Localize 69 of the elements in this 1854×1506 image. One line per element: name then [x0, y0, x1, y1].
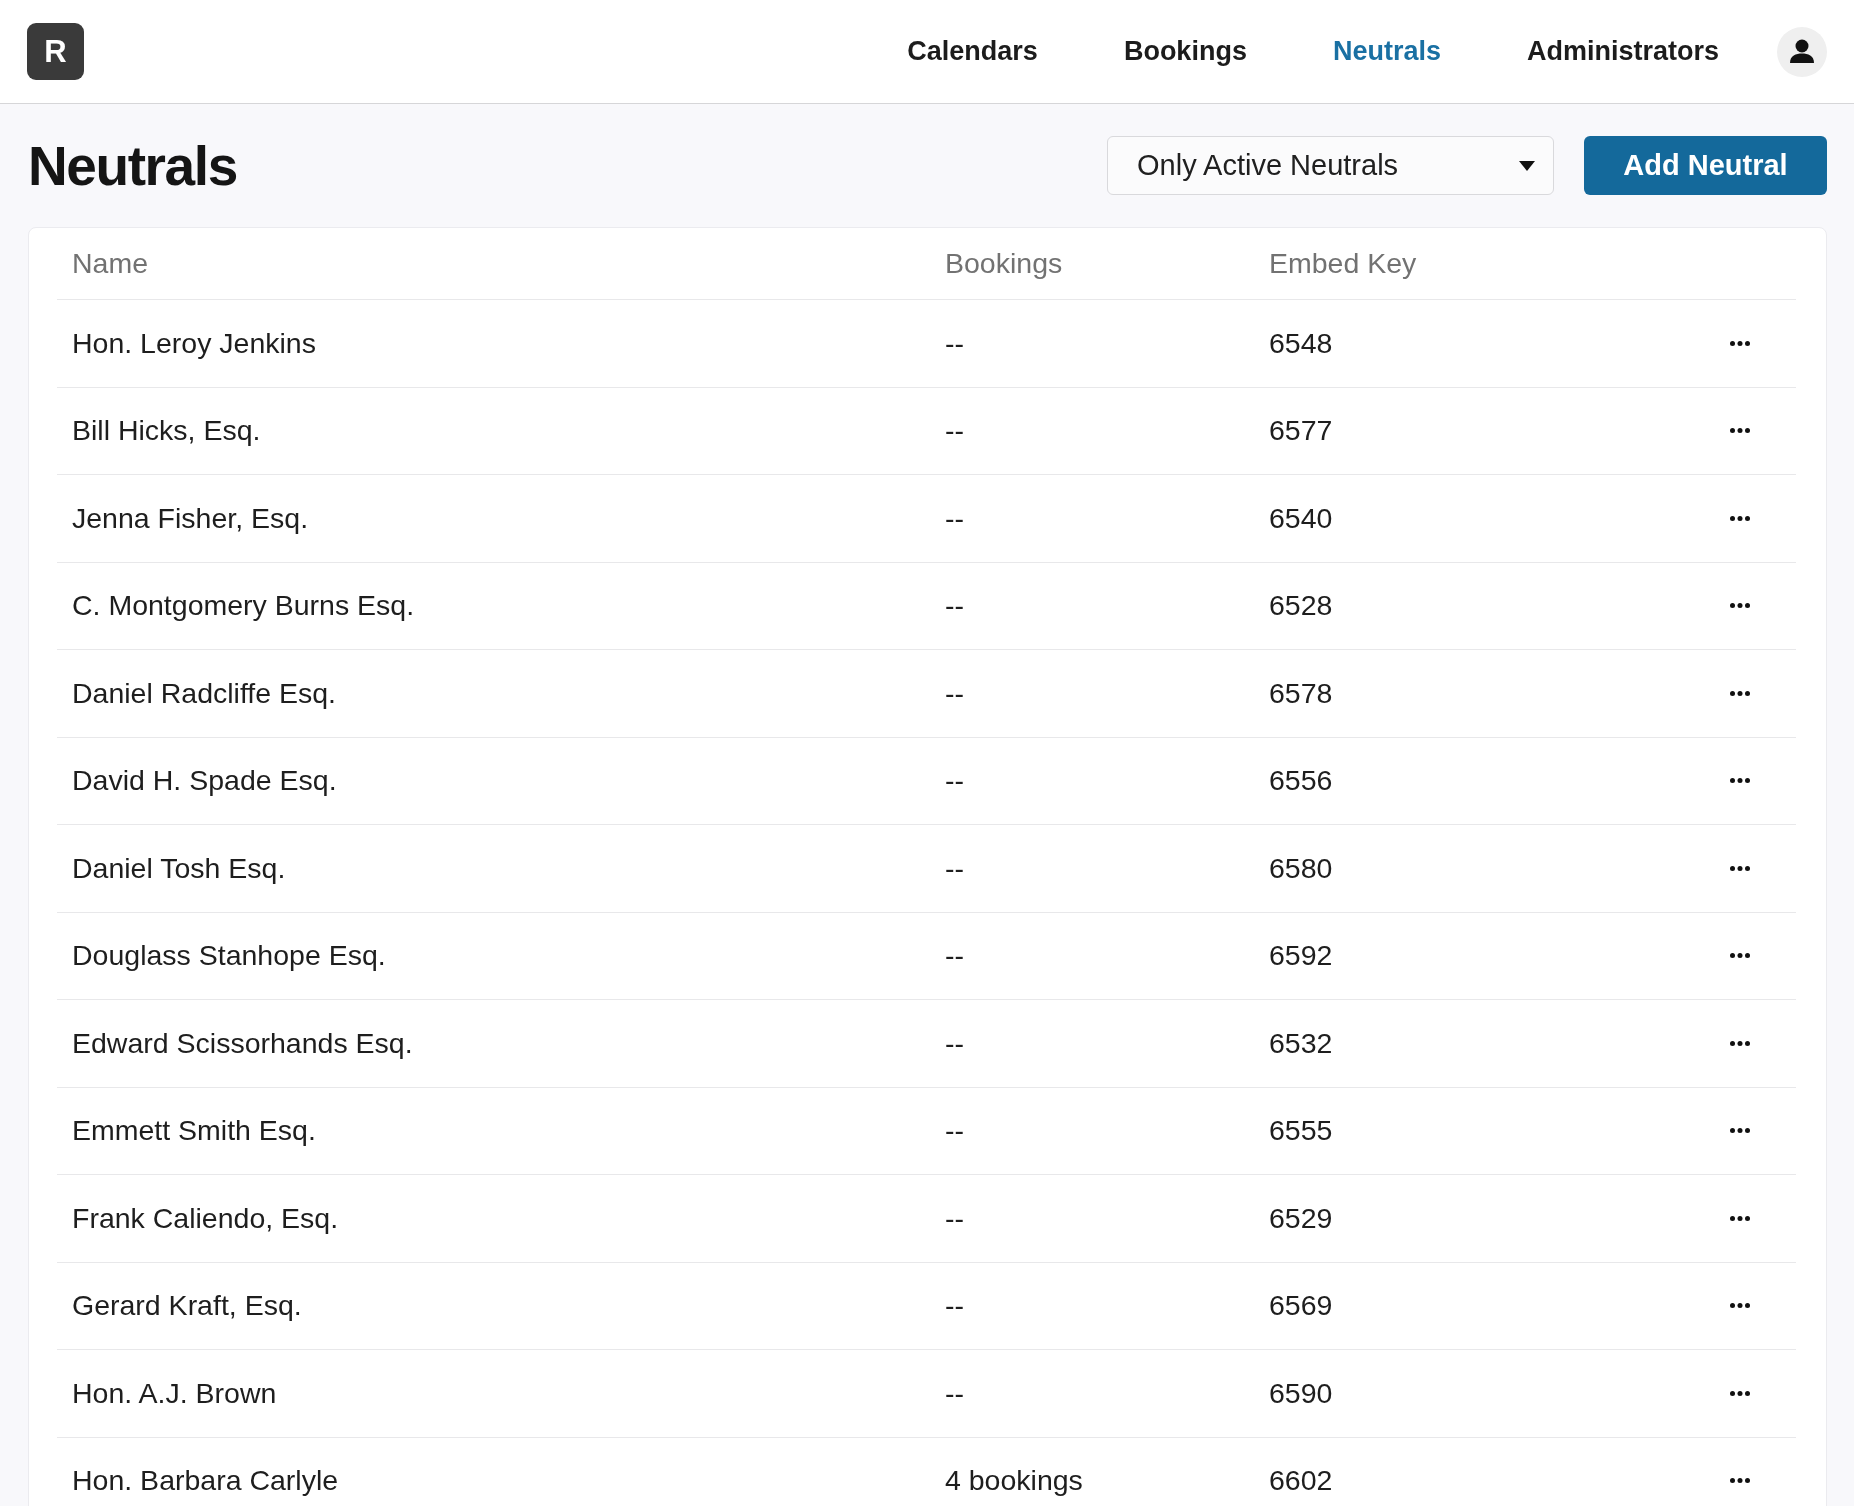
more-options-icon[interactable] [1730, 1303, 1750, 1309]
bookings-cell-text: -- [945, 1114, 965, 1148]
name-cell-text: Daniel Radcliffe Esq. [72, 676, 338, 710]
bookings-cell-text: -- [945, 1201, 965, 1235]
more-options-icon[interactable] [1730, 1478, 1750, 1484]
column-header: Name [72, 247, 150, 280]
embed-key-cell-text: 6577 [1269, 414, 1334, 448]
embed-key-cell-text: 6548 [1269, 326, 1334, 360]
more-options-icon[interactable] [1730, 603, 1750, 609]
more-options-icon[interactable] [1730, 1215, 1750, 1221]
name-cell-text: Jenna Fisher, Esq. [72, 501, 310, 535]
nav-link[interactable]: Neutrals [1332, 36, 1441, 67]
bookings-cell-text: -- [945, 676, 965, 710]
embed-key-cell-text: 6540 [1269, 501, 1334, 535]
more-options-icon[interactable] [1730, 340, 1750, 346]
nav-link[interactable]: Calendars [907, 36, 1038, 67]
embed-key-cell-text: 6590 [1269, 1376, 1334, 1410]
bookings-cell-text: -- [945, 1376, 965, 1410]
bookings-cell-text: -- [945, 414, 965, 448]
name-cell-text: Hon. Leroy Jenkins [72, 326, 317, 360]
embed-key-cell-text: 6580 [1269, 851, 1334, 885]
name-cell-text: Daniel Tosh Esq. [72, 851, 287, 885]
bookings-cell-text: -- [945, 939, 965, 973]
name-cell-text: Edward Scissorhands Esq. [72, 1026, 414, 1060]
more-options-icon[interactable] [1730, 515, 1750, 521]
more-options-icon[interactable] [1730, 428, 1750, 434]
nav-link[interactable]: Administrators [1526, 36, 1719, 67]
more-options-icon[interactable] [1730, 778, 1750, 784]
bookings-cell-text: -- [945, 501, 965, 535]
embed-key-cell-text: 6529 [1269, 1201, 1334, 1235]
column-header: Bookings [945, 247, 1064, 280]
column-header: Embed Key [1269, 247, 1418, 280]
name-cell-text: Hon. A.J. Brown [72, 1376, 278, 1410]
embed-key-cell-text: 6569 [1269, 1289, 1334, 1323]
more-options-icon[interactable] [1730, 1040, 1750, 1046]
more-options-icon[interactable] [1730, 690, 1750, 696]
embed-key-cell-text: 6532 [1269, 1026, 1334, 1060]
embed-key-cell-text: 6528 [1269, 589, 1334, 623]
bookings-cell-text: -- [945, 851, 965, 885]
name-cell-text: David H. Spade Esq. [72, 764, 338, 798]
name-cell-text: C. Montgomery Burns Esq. [72, 589, 416, 623]
embed-key-cell-text: 6556 [1269, 764, 1334, 798]
bookings-cell-text: -- [945, 589, 965, 623]
bookings-cell-text: -- [945, 764, 965, 798]
user-avatar-icon[interactable] [1777, 26, 1827, 77]
add-neutral-button[interactable]: Add Neutral [1584, 136, 1827, 195]
more-options-icon[interactable] [1730, 1390, 1750, 1396]
app-logo[interactable]: R [27, 23, 84, 80]
page-title: Neutrals [28, 133, 237, 198]
bookings-cell-text: 4 bookings [945, 1464, 1084, 1498]
more-options-icon[interactable] [1730, 1128, 1750, 1134]
nav-link[interactable]: Bookings [1123, 36, 1247, 67]
name-cell-text: Frank Caliendo, Esq. [72, 1201, 340, 1235]
bookings-cell-text: -- [945, 326, 965, 360]
name-cell-text: Douglass Stanhope Esq. [72, 939, 387, 973]
name-cell-text: Bill Hicks, Esq. [72, 414, 262, 448]
embed-key-cell-text: 6578 [1269, 676, 1334, 710]
bookings-cell-text: -- [945, 1289, 965, 1323]
filter-dropdown[interactable]: Only Active Neutrals [1107, 136, 1554, 195]
caret-icon [1519, 160, 1535, 171]
name-cell-text: Emmett Smith Esq. [72, 1114, 317, 1148]
more-options-icon[interactable] [1730, 865, 1750, 871]
bookings-cell-text: -- [945, 1026, 965, 1060]
embed-key-cell-text: 6592 [1269, 939, 1334, 973]
name-cell-text: Gerard Kraft, Esq. [72, 1289, 303, 1323]
embed-key-cell-text: 6555 [1269, 1114, 1334, 1148]
more-options-icon[interactable] [1730, 953, 1750, 959]
embed-key-cell-text: 6602 [1269, 1464, 1334, 1498]
name-cell-text: Hon. Barbara Carlyle [72, 1464, 340, 1498]
